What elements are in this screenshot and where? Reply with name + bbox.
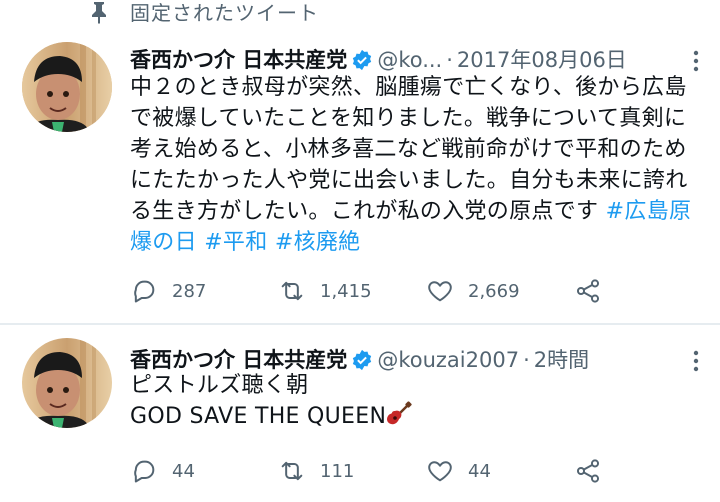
tweet[interactable]: 香西かつ介 日本共産党 @kouzai2007 · 2時間 ピストルズ聴く朝 GOD …	[0, 326, 720, 502]
avatar-photo-icon	[22, 42, 112, 132]
display-name[interactable]: 香西かつ介 日本共産党	[130, 48, 347, 72]
share-icon	[576, 459, 600, 483]
tweet-actions: 44 111 44	[130, 454, 630, 488]
pin-icon	[92, 2, 106, 24]
reply-count: 44	[172, 460, 195, 482]
hashtag-link[interactable]: #平和	[204, 230, 267, 255]
avatar-photo-icon	[22, 338, 112, 428]
reply-button[interactable]: 287	[130, 274, 206, 308]
more-options-icon[interactable]	[690, 48, 702, 74]
timestamp[interactable]: 2時間	[534, 348, 589, 372]
handle[interactable]: @ko...	[377, 48, 442, 72]
tweet[interactable]: 香西かつ介 日本共産党 @ko... · 2017年08月06日 中２のとき叔母が突然…	[0, 30, 720, 324]
retweet-button[interactable]: 1,415	[278, 274, 372, 308]
tweet-text-line: GOD SAVE THE QUEEN	[130, 404, 387, 429]
like-count: 44	[468, 460, 491, 482]
divider	[0, 323, 720, 325]
heart-icon	[428, 281, 452, 302]
share-button[interactable]	[574, 274, 602, 308]
separator-dot: ·	[523, 348, 530, 372]
retweet-icon	[281, 461, 303, 481]
tweet-actions: 287 1,415 2,669	[130, 274, 630, 308]
tweet-text-body: 中２のとき叔母が突然、脳腫瘍で亡くなり、後から広島で被爆していたことを知りました…	[130, 75, 688, 224]
separator-dot: ·	[446, 48, 453, 72]
verified-icon	[353, 349, 372, 371]
timestamp[interactable]: 2017年08月06日	[457, 48, 627, 72]
avatar[interactable]	[22, 42, 112, 132]
retweet-icon	[281, 281, 303, 301]
reply-icon	[134, 280, 155, 303]
retweet-count: 111	[320, 460, 355, 482]
handle[interactable]: @kouzai2007	[377, 348, 519, 372]
like-count: 2,669	[468, 280, 520, 302]
like-button[interactable]: 44	[426, 454, 491, 488]
tweet-text: 中２のとき叔母が突然、脳腫瘍で亡くなり、後から広島で被爆していたことを知りました…	[130, 72, 700, 258]
pinned-label: 固定されたツイート	[130, 1, 319, 25]
tweet-text: ピストルズ聴く朝 GOD SAVE THE QUEEN	[130, 370, 700, 432]
hashtag-link[interactable]: #核廃絶	[275, 230, 361, 255]
reply-count: 287	[172, 280, 207, 302]
reply-icon	[134, 460, 155, 483]
retweet-button[interactable]: 111	[278, 454, 354, 488]
retweet-count: 1,415	[320, 280, 372, 302]
pinned-tweet-indicator: 固定されたツイート	[0, 0, 720, 25]
avatar[interactable]	[22, 338, 112, 428]
share-icon	[576, 279, 600, 303]
share-button[interactable]	[574, 454, 602, 488]
heart-icon	[428, 461, 452, 482]
verified-icon	[353, 49, 372, 71]
guitar-icon	[387, 401, 412, 425]
reply-button[interactable]: 44	[130, 454, 195, 488]
tweet-text-line: ピストルズ聴く朝	[130, 373, 309, 398]
like-button[interactable]: 2,669	[426, 274, 520, 308]
display-name[interactable]: 香西かつ介 日本共産党	[130, 348, 347, 372]
